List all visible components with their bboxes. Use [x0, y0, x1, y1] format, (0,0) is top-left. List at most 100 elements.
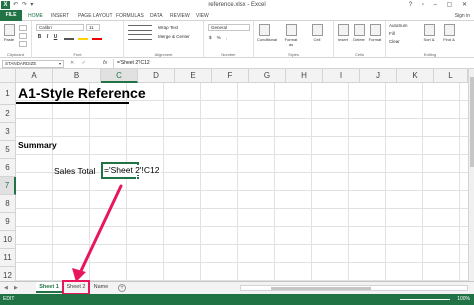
cell-c7-formula[interactable]: ='Sheet 2'!C12: [104, 165, 162, 175]
delete-cells-button[interactable]: Delete: [352, 24, 366, 42]
paste-button[interactable]: Paste: [2, 24, 16, 42]
insert-function-icon[interactable]: fx: [103, 60, 107, 66]
tab-data[interactable]: DATA: [150, 13, 163, 19]
fill-handle[interactable]: [136, 176, 140, 180]
number-group: General $ % , Number: [204, 21, 254, 58]
number-format-select[interactable]: General: [208, 24, 250, 31]
row-header[interactable]: 3: [0, 123, 16, 141]
tab-file[interactable]: FILE: [0, 10, 22, 21]
merge-center-button[interactable]: Merge & Center: [158, 34, 190, 39]
tab-formulas[interactable]: FORMULAS: [116, 13, 144, 19]
tab-home[interactable]: HOME: [28, 13, 43, 19]
align-left-icon[interactable]: [128, 34, 152, 40]
column-header[interactable]: D: [138, 69, 175, 83]
column-header[interactable]: L: [434, 69, 468, 83]
row-header[interactable]: 6: [0, 159, 16, 177]
font-name-select[interactable]: Calibri: [36, 24, 84, 31]
excel-window: X ↶ ↷ ▾ reference.xlsx - Excel ? ▫ – ▢ ✕…: [0, 0, 474, 305]
column-header[interactable]: E: [175, 69, 212, 83]
add-sheet-icon[interactable]: +: [118, 284, 126, 292]
italic-button[interactable]: I: [45, 34, 50, 40]
cell-a5[interactable]: Summary: [18, 140, 57, 150]
wrap-text-button[interactable]: Wrap Text: [158, 25, 178, 30]
sheet-tab-bar: ◀ ▶ Sheet 1 Sheet 2 Name +: [0, 280, 474, 295]
zoom-level[interactable]: 100%: [457, 294, 470, 305]
window-title: reference.xlsx - Excel: [208, 2, 266, 8]
copy-icon[interactable]: [19, 33, 27, 39]
status-mode: EDIT: [3, 296, 15, 302]
format-as-table-button[interactable]: Format as: [284, 24, 298, 47]
bold-button[interactable]: B: [37, 34, 42, 40]
column-header[interactable]: J: [360, 69, 397, 83]
column-header[interactable]: F: [212, 69, 249, 83]
name-box[interactable]: STANDARDIZE ▾: [2, 60, 64, 68]
horizontal-scrollbar[interactable]: [240, 285, 468, 291]
number-group-label: Number: [221, 52, 236, 57]
cell-styles-button[interactable]: Cell: [310, 24, 324, 42]
sheet-tab-1[interactable]: Sheet 1: [36, 282, 62, 293]
chevron-down-icon[interactable]: ▾: [59, 61, 61, 67]
column-header[interactable]: C: [101, 69, 138, 83]
fill-button[interactable]: Fill: [389, 31, 395, 36]
scroll-right-icon[interactable]: ▶: [14, 285, 18, 291]
select-all-corner[interactable]: [0, 69, 16, 83]
row-header[interactable]: 8: [0, 195, 16, 213]
underline-button[interactable]: U: [53, 34, 58, 40]
tab-review[interactable]: REVIEW: [170, 13, 190, 19]
row-header[interactable]: 1: [0, 83, 16, 105]
row-header[interactable]: 2: [0, 105, 16, 123]
worksheet-grid[interactable]: A B C D E F G H I J K L 1 2 3 4 5 6 7 8 …: [0, 69, 468, 281]
row-header[interactable]: 7: [0, 177, 16, 195]
row-header[interactable]: 12: [0, 267, 16, 281]
formula-cancel-enter-icons[interactable]: ✕ ✓: [70, 60, 89, 66]
borders-icon[interactable]: [64, 34, 74, 40]
tab-view[interactable]: VIEW: [196, 13, 209, 19]
fill-color-icon[interactable]: [78, 34, 88, 40]
cell-area[interactable]: [16, 83, 468, 281]
conditional-formatting-icon: [258, 24, 270, 36]
scroll-left-icon[interactable]: ◀: [4, 285, 8, 291]
find-select-button[interactable]: Find &: [442, 24, 456, 42]
paste-label: Paste: [3, 37, 15, 42]
column-header[interactable]: B: [53, 69, 101, 83]
formula-input[interactable]: ='Sheet 2'!C12: [113, 59, 471, 68]
clear-button[interactable]: Clear: [389, 39, 400, 44]
ribbon-tabs: FILE HOME INSERT PAGE LAYOUT FORMULAS DA…: [0, 10, 474, 21]
cell-a1[interactable]: A1-Style Reference: [18, 83, 146, 103]
autosum-button[interactable]: AutoSum: [389, 23, 408, 28]
insert-cells-button[interactable]: Insert: [336, 24, 350, 42]
cut-icon[interactable]: [19, 25, 27, 31]
vertical-scrollbar[interactable]: [468, 69, 474, 281]
conditional-formatting-button[interactable]: Conditional: [257, 24, 277, 42]
zoom-slider[interactable]: [400, 299, 450, 300]
column-header[interactable]: I: [323, 69, 360, 83]
sign-in-link[interactable]: Sign in: [455, 13, 470, 19]
format-painter-icon[interactable]: [19, 41, 27, 47]
sheet-tab-2[interactable]: Sheet 2: [62, 280, 90, 295]
tab-page-layout[interactable]: PAGE LAYOUT: [78, 13, 113, 19]
column-header[interactable]: A: [16, 69, 53, 83]
row-header[interactable]: 9: [0, 213, 16, 231]
cells-group: Insert Delete Format Cells: [334, 21, 386, 58]
font-color-icon[interactable]: [92, 34, 102, 40]
font-size-select[interactable]: 11: [86, 24, 100, 31]
sheet-tab-name[interactable]: Name: [90, 282, 112, 293]
tab-insert[interactable]: INSERT: [51, 13, 69, 19]
vertical-scroll-thumb[interactable]: [470, 77, 474, 167]
format-cells-button[interactable]: Format: [368, 24, 382, 42]
cell-b7[interactable]: Sales Total: [54, 166, 95, 176]
sort-filter-button[interactable]: Sort &: [422, 24, 436, 42]
column-header[interactable]: K: [397, 69, 434, 83]
title-bar: X ↶ ↷ ▾ reference.xlsx - Excel ? ▫ – ▢ ✕: [0, 0, 474, 10]
window-controls[interactable]: ? ▫ – ▢ ✕: [409, 1, 471, 8]
horizontal-scroll-thumb[interactable]: [271, 287, 371, 290]
row-header[interactable]: 10: [0, 231, 16, 249]
column-header[interactable]: H: [286, 69, 323, 83]
row-header[interactable]: 11: [0, 249, 16, 267]
table-icon: [285, 24, 297, 36]
column-header[interactable]: G: [249, 69, 286, 83]
sort-filter-icon: [423, 24, 435, 36]
number-format-icons[interactable]: $ % ,: [209, 35, 229, 40]
align-top-icon[interactable]: [128, 25, 152, 31]
row-header[interactable]: 5: [0, 141, 16, 159]
